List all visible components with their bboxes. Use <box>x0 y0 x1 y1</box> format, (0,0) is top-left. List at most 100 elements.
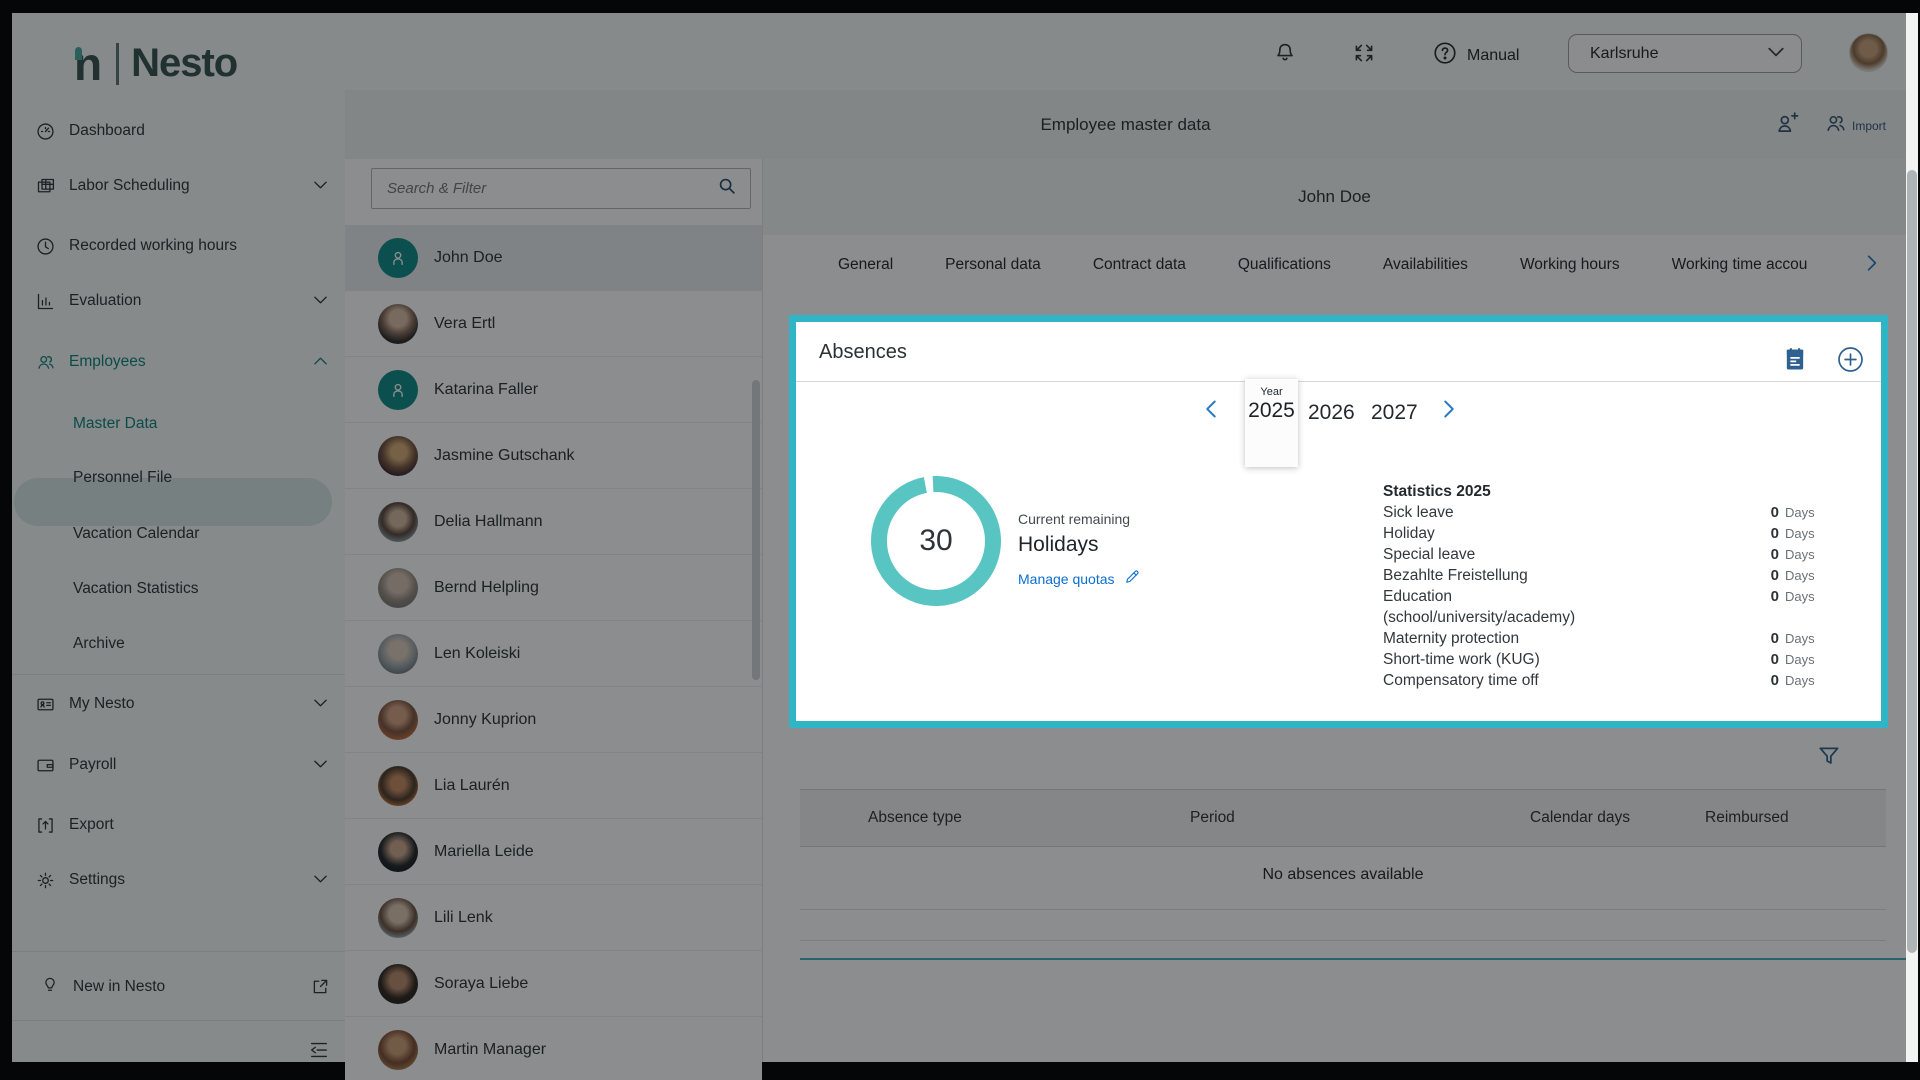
avatar <box>378 832 418 872</box>
manual-button[interactable]: Manual <box>1432 40 1519 71</box>
avatar <box>378 568 418 608</box>
year-option-2026[interactable]: 2026 <box>1308 401 1355 425</box>
sidebar-item-label: Employees <box>69 353 146 371</box>
avatar <box>378 634 418 674</box>
tab-working-hours[interactable]: Working hours <box>1520 256 1620 274</box>
search-input[interactable] <box>387 180 716 197</box>
sidebar-subitem-label: Vacation Calendar <box>73 525 199 543</box>
sidebar-item-payroll[interactable]: Payroll <box>12 745 345 785</box>
list-scrollbar-thumb[interactable] <box>752 380 760 680</box>
filter-icon[interactable] <box>1816 744 1842 772</box>
fullscreen-icon[interactable] <box>1351 40 1377 66</box>
sidebar-subitem-master-data[interactable]: Master Data <box>12 404 345 444</box>
employee-row[interactable]: Len Koleiski <box>345 621 762 687</box>
tabs-overflow-chevron-icon[interactable] <box>1866 254 1878 277</box>
absences-card: Absences Year 2025 2026 2027 30 Current … <box>796 323 1881 721</box>
sidebar-subitem-vacation-calendar[interactable]: Vacation Calendar <box>12 514 345 554</box>
top-bar: n Nesto Manual Karlsruhe <box>12 13 1906 90</box>
notifications-bell-icon[interactable] <box>1272 40 1298 66</box>
sidebar-subitem-personnel-file[interactable]: Personnel File <box>12 458 345 498</box>
help-icon <box>1432 40 1458 71</box>
selected-year: 2025 <box>1245 399 1298 423</box>
add-absence-icon[interactable] <box>1836 345 1864 373</box>
search-icon[interactable] <box>716 175 738 202</box>
sidebar-item-label: Settings <box>69 871 125 889</box>
search-filter-box[interactable] <box>371 168 751 209</box>
tab-contract-data[interactable]: Contract data <box>1093 256 1186 274</box>
employee-row[interactable]: Katarina Faller <box>345 357 762 423</box>
sidebar-subitem-vacation-statistics[interactable]: Vacation Statistics <box>12 569 345 609</box>
remaining-holidays-donut: 30 <box>870 475 1002 607</box>
people-icon <box>34 351 56 373</box>
chevron-up-icon <box>313 353 328 371</box>
next-year-chevron-icon[interactable] <box>1442 399 1458 421</box>
person-placeholder-avatar <box>378 370 418 410</box>
employee-row[interactable]: Bernd Helpling <box>345 555 762 621</box>
chevron-down-icon <box>313 695 328 713</box>
location-select[interactable]: Karlsruhe <box>1568 34 1802 73</box>
sidebar-item-dashboard[interactable]: Dashboard <box>12 111 345 151</box>
employee-row[interactable]: John Doe <box>345 225 762 291</box>
stat-row: Maternity protection 0 Days <box>1383 628 1825 649</box>
tab-qualifications[interactable]: Qualifications <box>1238 256 1331 274</box>
page-title: Employee master data <box>345 90 1906 159</box>
column-reimbursed: Reimbursed <box>1705 790 1789 846</box>
absence-calendar-icon[interactable] <box>1781 345 1809 373</box>
gear-icon <box>34 869 56 891</box>
sidebar-subitem-label: Personnel File <box>73 469 172 487</box>
sidebar-item-recorded-working-hours[interactable]: Recorded working hours <box>12 226 345 266</box>
add-employee-icon[interactable] <box>1773 110 1800 142</box>
master-data-header: Employee master data Import <box>345 90 1906 159</box>
sidebar-subitem-archive[interactable]: Archive <box>12 624 345 664</box>
tab-working-time-account[interactable]: Working time accou <box>1672 256 1808 274</box>
sidebar-item-settings[interactable]: Settings <box>12 860 345 900</box>
stat-row: Bezahlte Freistellung 0 Days <box>1383 565 1825 586</box>
sidebar-item-label: Labor Scheduling <box>69 177 190 195</box>
tab-general[interactable]: General <box>838 256 893 274</box>
sidebar-item-labor-scheduling[interactable]: Labor Scheduling <box>12 166 345 206</box>
stat-row: Education (school/university/academy) 0 … <box>1383 586 1825 628</box>
employee-row[interactable]: Mariella Leide <box>345 819 762 885</box>
collapse-sidebar-icon[interactable] <box>308 1040 330 1060</box>
table-divider <box>800 909 1886 910</box>
employee-row[interactable]: Vera Ertl <box>345 291 762 357</box>
sidebar-item-employees[interactable]: Employees <box>12 342 345 382</box>
sidebar-item-new-in-nesto[interactable]: New in Nesto <box>12 966 345 1008</box>
column-absence-type: Absence type <box>868 790 962 846</box>
nesto-logo: n Nesto <box>74 41 237 86</box>
year-label: Year <box>1245 386 1298 398</box>
sidebar-divider <box>12 674 345 675</box>
avatar <box>378 1030 418 1070</box>
tab-personal-data[interactable]: Personal data <box>945 256 1041 274</box>
sidebar-item-export[interactable]: Export <box>12 805 345 845</box>
location-value: Karlsruhe <box>1590 45 1658 63</box>
dashboard-icon <box>34 120 56 142</box>
employee-row[interactable]: Soraya Liebe <box>345 951 762 1017</box>
lightbulb-icon <box>40 975 60 1000</box>
donut-value: 30 <box>870 475 1002 607</box>
logo-mark: n <box>74 44 102 84</box>
page-scrollbar-thumb[interactable] <box>1907 170 1917 953</box>
previous-year-chevron-icon[interactable] <box>1204 399 1220 421</box>
employee-row[interactable]: Jonny Kuprion <box>345 687 762 753</box>
sidebar-divider <box>12 1020 345 1021</box>
selected-year-box[interactable]: Year 2025 <box>1245 379 1298 467</box>
tab-availabilities[interactable]: Availabilities <box>1383 256 1468 274</box>
sidebar: Dashboard Labor Scheduling Recorded work… <box>12 90 345 1062</box>
employee-row[interactable]: Martin Manager <box>345 1017 762 1080</box>
employee-row[interactable]: Lili Lenk <box>345 885 762 951</box>
manage-quotas-link[interactable]: Manage quotas <box>1018 568 1141 589</box>
sidebar-item-evaluation[interactable]: Evaluation <box>12 281 345 321</box>
employee-row[interactable]: Lia Laurén <box>345 753 762 819</box>
page-scrollbar[interactable] <box>1906 13 1918 1062</box>
sidebar-item-my-nesto[interactable]: My Nesto <box>12 684 345 724</box>
id-card-icon <box>34 693 56 715</box>
year-option-2027[interactable]: 2027 <box>1371 401 1418 425</box>
import-button[interactable]: Import <box>1823 111 1886 141</box>
logo-text: Nesto <box>131 41 237 86</box>
employee-row[interactable]: Jasmine Gutschank <box>345 423 762 489</box>
screen: n Nesto Manual Karlsruhe <box>0 0 1920 1080</box>
employee-row[interactable]: Delia Hallmann <box>345 489 762 555</box>
user-avatar[interactable] <box>1849 33 1888 72</box>
employee-name: John Doe <box>1298 187 1371 207</box>
